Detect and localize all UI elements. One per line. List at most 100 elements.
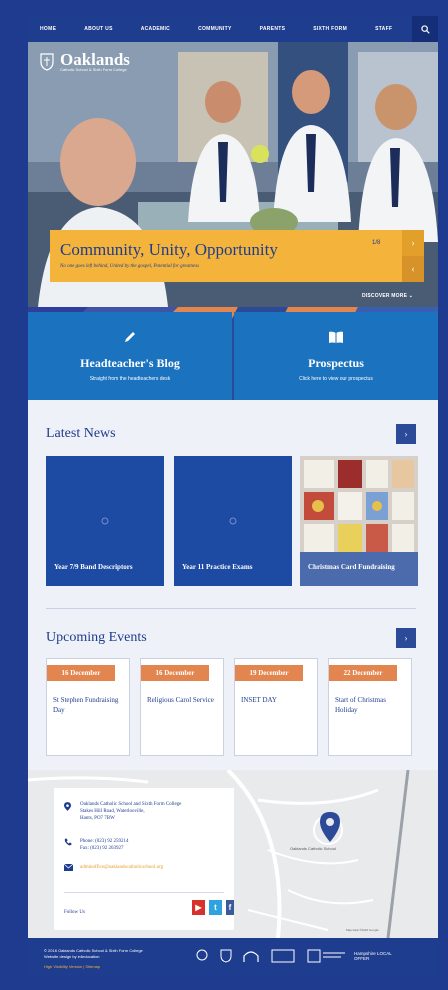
event-date: 22 December: [329, 665, 397, 681]
headteacher-blog-link[interactable]: Headteacher's Blog Straight from the hea…: [28, 312, 232, 400]
event-title: Religious Carol Service: [147, 696, 214, 704]
map-pin-icon: [64, 802, 71, 811]
chevron-right-icon: ›: [404, 633, 408, 643]
event-title: St Stephen Fundraising Day: [53, 696, 119, 714]
search-icon: [420, 24, 430, 34]
facebook-icon: f: [228, 903, 232, 912]
nav-academic[interactable]: ACADEMIC: [141, 26, 170, 32]
chevron-left-icon: ‹: [411, 263, 415, 275]
shield-icon: [220, 949, 232, 963]
nav-sixth-form[interactable]: SIXTH FORM: [313, 26, 347, 32]
camera-icon: [101, 517, 109, 525]
event-card[interactable]: 19 December INSET DAY: [234, 658, 318, 756]
partner-logo[interactable]: [306, 946, 348, 966]
footer-copyright: © 2016 Oaklands Catholic School & Sixth …: [44, 948, 143, 960]
event-title: Start of Christmas Holiday: [335, 696, 386, 714]
trust-logo-icon: [307, 949, 345, 963]
crest-icon: [40, 53, 54, 71]
envelope-icon: [64, 864, 73, 871]
youtube-button[interactable]: ▶: [192, 900, 205, 915]
blog-title: Headteacher's Blog: [80, 356, 180, 370]
address: Oaklands Catholic School and Sixth Form …: [80, 801, 181, 822]
partner-logo[interactable]: [218, 946, 234, 966]
main-nav: HOME ABOUT US ACADEMIC COMMUNITY PARENTS…: [28, 16, 438, 42]
fax-number: Fax: (023) 92 263927: [80, 846, 124, 851]
phone-icon: [64, 838, 72, 846]
partner-logo[interactable]: [194, 946, 210, 966]
map-place-label: Oaklands Catholic School: [290, 846, 336, 851]
section-divider: [46, 608, 416, 609]
local-offer-logo[interactable]: Hampshire LOCAL OFFER: [354, 946, 398, 966]
slide-counter: 1/8: [372, 240, 381, 246]
book-icon: [329, 331, 343, 343]
event-card[interactable]: 16 December St Stephen Fundraising Day: [46, 658, 130, 756]
partner-logo[interactable]: [270, 946, 296, 966]
upcoming-events-title: Upcoming Events: [46, 630, 147, 645]
nav-staff[interactable]: STAFF: [375, 26, 392, 32]
events-more-button[interactable]: ›: [396, 628, 416, 648]
event-date: 16 December: [141, 665, 209, 681]
nav-about-us[interactable]: ABOUT US: [84, 26, 113, 32]
banner-title: Community, Unity, Opportunity: [60, 240, 278, 259]
slide-arrows: › ‹: [402, 230, 424, 282]
contact-card: Oaklands Catholic School and Sixth Form …: [54, 788, 234, 930]
nav-community[interactable]: COMMUNITY: [198, 26, 232, 32]
hero-banner: Community, Unity, Opportunity No one goe…: [50, 230, 402, 282]
school-logo[interactable]: Oaklands Catholic School & Sixth Form Co…: [40, 50, 130, 72]
nav-parents[interactable]: PARENTS: [260, 26, 286, 32]
camera-icon: [229, 517, 237, 525]
chevron-down-icon: ⌄: [408, 293, 414, 299]
discover-label: DISCOVER MORE: [362, 293, 408, 299]
blog-subtitle: Straight from the headteachers desk: [89, 376, 171, 382]
event-card[interactable]: 22 December Start of Christmas Holiday: [328, 658, 412, 756]
nav-home[interactable]: HOME: [40, 26, 56, 32]
address-line-1: Oaklands Catholic School and Sixth Form …: [80, 802, 182, 807]
next-slide-button[interactable]: ›: [402, 230, 424, 256]
phone-details: Phone: (023) 92 259214 Fax: (023) 92 263…: [80, 838, 128, 852]
content-panel: Latest News › Year 7/9 Band Descriptors …: [28, 400, 438, 770]
email-link[interactable]: adminoffice@oaklandscatholicschool.org: [80, 864, 163, 871]
site-footer: © 2016 Oaklands Catholic School & Sixth …: [28, 938, 438, 976]
certificate-icon: [271, 949, 295, 963]
event-card[interactable]: 16 December Religious Carol Service: [140, 658, 224, 756]
event-date: 16 December: [47, 665, 115, 681]
twitter-icon: t: [214, 903, 217, 912]
facebook-button[interactable]: f: [226, 900, 234, 915]
partner-logo[interactable]: [242, 946, 260, 966]
logo-subtitle: Catholic School & Sixth Form College: [60, 67, 127, 72]
footer-links[interactable]: High Visibility Version | Sitemap: [44, 964, 100, 969]
phone-number[interactable]: Phone: (023) 92 259214: [80, 838, 128, 845]
discover-more-link[interactable]: DISCOVER MORE ⌄: [362, 293, 413, 299]
news-more-button[interactable]: ›: [396, 424, 416, 444]
prospectus-subtitle: Click here to view our prospectus: [299, 376, 373, 382]
news-card[interactable]: Christmas Card Fundraising: [300, 456, 418, 586]
logo-name: Oaklands: [60, 50, 130, 69]
news-title: Christmas Card Fundraising: [308, 563, 395, 571]
chevron-right-icon: ›: [404, 429, 408, 439]
prospectus-link[interactable]: Prospectus Click here to view our prospe…: [234, 312, 438, 400]
design-credit[interactable]: Website design by e4education: [44, 954, 143, 960]
prev-slide-button[interactable]: ‹: [402, 256, 424, 282]
banner-subtitle: No one goes left behind, United by the g…: [60, 264, 200, 269]
map-credit: Map data ©2016 Google: [346, 928, 379, 932]
search-button[interactable]: [412, 16, 438, 42]
follow-label: Follow Us: [64, 910, 85, 915]
news-card[interactable]: Year 7/9 Band Descriptors: [46, 456, 164, 586]
youtube-icon: ▶: [195, 903, 202, 912]
latest-news-title: Latest News: [46, 426, 116, 441]
prospectus-title: Prospectus: [308, 356, 364, 370]
location-map[interactable]: Oaklands Catholic School Map data ©2016 …: [28, 770, 438, 938]
address-line-2: Stakes Hill Road, Waterlooville,: [80, 809, 145, 814]
event-date: 19 December: [235, 665, 303, 681]
event-title: INSET DAY: [241, 696, 277, 704]
news-title: Year 7/9 Band Descriptors: [54, 563, 133, 571]
badge-icon: [196, 949, 208, 961]
pencil-icon: [125, 332, 135, 342]
contact-divider: [64, 892, 224, 893]
page-frame: HOME ABOUT US ACADEMIC COMMUNITY PARENTS…: [28, 16, 438, 976]
chevron-right-icon: ›: [411, 237, 415, 249]
twitter-button[interactable]: t: [209, 900, 222, 915]
news-title: Year 11 Practice Exams: [182, 563, 253, 571]
news-card[interactable]: Year 11 Practice Exams: [174, 456, 292, 586]
address-line-3: Hants, PO7 7BW: [80, 816, 115, 821]
